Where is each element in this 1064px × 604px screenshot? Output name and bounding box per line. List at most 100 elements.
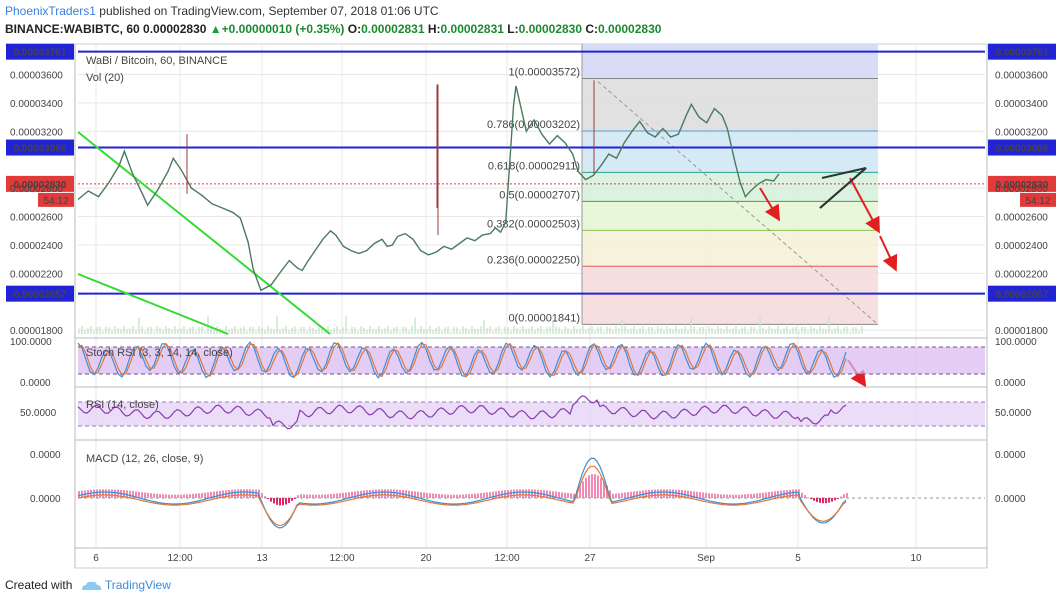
volume-bar (123, 326, 125, 334)
volume-bar (816, 330, 818, 334)
macd-hist-bar (534, 489, 536, 498)
macd-hist-bar (453, 494, 455, 498)
volume-bar (408, 331, 410, 334)
macd-hist-bar (813, 498, 815, 501)
macd-hist-bar (324, 494, 326, 498)
macd-hist-bar (471, 493, 473, 498)
volume-bar (726, 326, 728, 334)
volume-bar (552, 321, 554, 334)
volume-bar (237, 330, 239, 334)
macd-hist-bar (357, 491, 359, 498)
volume-bar (102, 331, 104, 334)
volume-bar (747, 331, 749, 334)
volume-bar (699, 326, 701, 334)
volume-bar (510, 330, 512, 334)
macd-hist-bar (795, 489, 797, 498)
volume-bar (693, 326, 695, 334)
volume-bar (765, 330, 767, 334)
macd-hist-bar (315, 494, 317, 498)
macd-hist-bar (231, 489, 233, 498)
macd-hist-bar (201, 493, 203, 498)
author-link[interactable]: PhoenixTraders1 (5, 4, 96, 18)
macd-hist-bar (390, 489, 392, 498)
volume-bar (144, 331, 146, 334)
rsi-band (78, 402, 985, 426)
macd-hist-bar (618, 493, 620, 498)
macd-hist-bar (420, 492, 422, 498)
countdown-text: 54:12 (43, 196, 68, 207)
volume-bar (258, 326, 260, 334)
macd-hist-bar (117, 489, 119, 498)
volume-bar (633, 326, 635, 334)
volume-bar (627, 329, 629, 334)
volume-bar (243, 326, 245, 334)
volume-bar (762, 327, 764, 334)
chart-svg[interactable]: 1(0.00003572)0.786(0.00003202)0.618(0.00… (0, 40, 1064, 572)
chart-header: PhoenixTraders1 published on TradingView… (0, 0, 1064, 40)
volume-bar (150, 326, 152, 334)
macd-hist-bar (465, 494, 467, 498)
volume-bar (231, 328, 233, 334)
macd-hist-bar (816, 498, 818, 502)
volume-bar (393, 327, 395, 334)
volume-bar (78, 328, 80, 334)
fib-level-label: 0.618(0.00002911) (488, 160, 580, 172)
volume-bar (426, 328, 428, 334)
volume-bar (135, 330, 137, 334)
volume-bar (567, 328, 569, 334)
volume-bar (666, 326, 668, 334)
tradingview-link[interactable]: TradingView (105, 578, 171, 592)
volume-bar (117, 328, 119, 334)
high-label: H: (427, 22, 441, 36)
stoch-tick: 100.0000 (10, 337, 52, 348)
volume-bar (771, 328, 773, 334)
fib-level-label: 0.236(0.00002250) (487, 254, 580, 266)
volume-bar (174, 326, 176, 334)
macd-hist-bar (408, 490, 410, 498)
volume-bar (738, 330, 740, 334)
macd-hist-bar (594, 474, 596, 498)
macd-hist-bar (666, 489, 668, 498)
volume-bar (477, 328, 479, 334)
countdown-text: 54:12 (1025, 196, 1050, 207)
x-tick-label: 20 (420, 553, 432, 564)
x-tick-label: 12:00 (167, 553, 192, 564)
macd-hist-bar (792, 489, 794, 498)
volume-bar (264, 330, 266, 334)
volume-bar (108, 327, 110, 334)
macd-hist-bar (702, 492, 704, 498)
volume-bar (648, 326, 650, 334)
fib-band (582, 78, 878, 132)
volume-bar (585, 330, 587, 334)
macd-hist-bar (564, 492, 566, 498)
macd-hist-bar (828, 498, 830, 503)
volume-bar (642, 326, 644, 334)
volume-bar (333, 328, 335, 334)
macd-hist-bar (432, 493, 434, 498)
volume-bar (687, 330, 689, 334)
macd-hist-bar (456, 494, 458, 498)
macd-tick: 0.0000 (30, 494, 61, 505)
macd-hist-bar (180, 494, 182, 498)
volume-bar (543, 331, 545, 334)
macd-hist-bar (528, 489, 530, 498)
macd-hist-bar (750, 493, 752, 498)
volume-bar (624, 326, 626, 334)
y-tick-label-right: 0.00003400 (995, 99, 1048, 110)
macd-hist-bar (303, 494, 305, 498)
publish-text: published on TradingView.com, September … (95, 4, 439, 18)
macd-hist-bar (96, 489, 98, 498)
volume-bar (417, 329, 419, 334)
macd-hist-bar (309, 494, 311, 498)
volume-bar (447, 326, 449, 334)
volume-bar (192, 326, 194, 334)
y-tick-label-right: 0.00002200 (995, 269, 1048, 280)
macd-hist-bar (423, 492, 425, 498)
volume-bar (129, 328, 131, 334)
volume-bar (756, 331, 758, 334)
volume-bar (714, 330, 716, 334)
volume-bar (195, 331, 197, 334)
macd-hist-bar (570, 493, 572, 498)
stoch-tick: 0.0000 (995, 378, 1026, 389)
macd-hist-bar (495, 491, 497, 498)
